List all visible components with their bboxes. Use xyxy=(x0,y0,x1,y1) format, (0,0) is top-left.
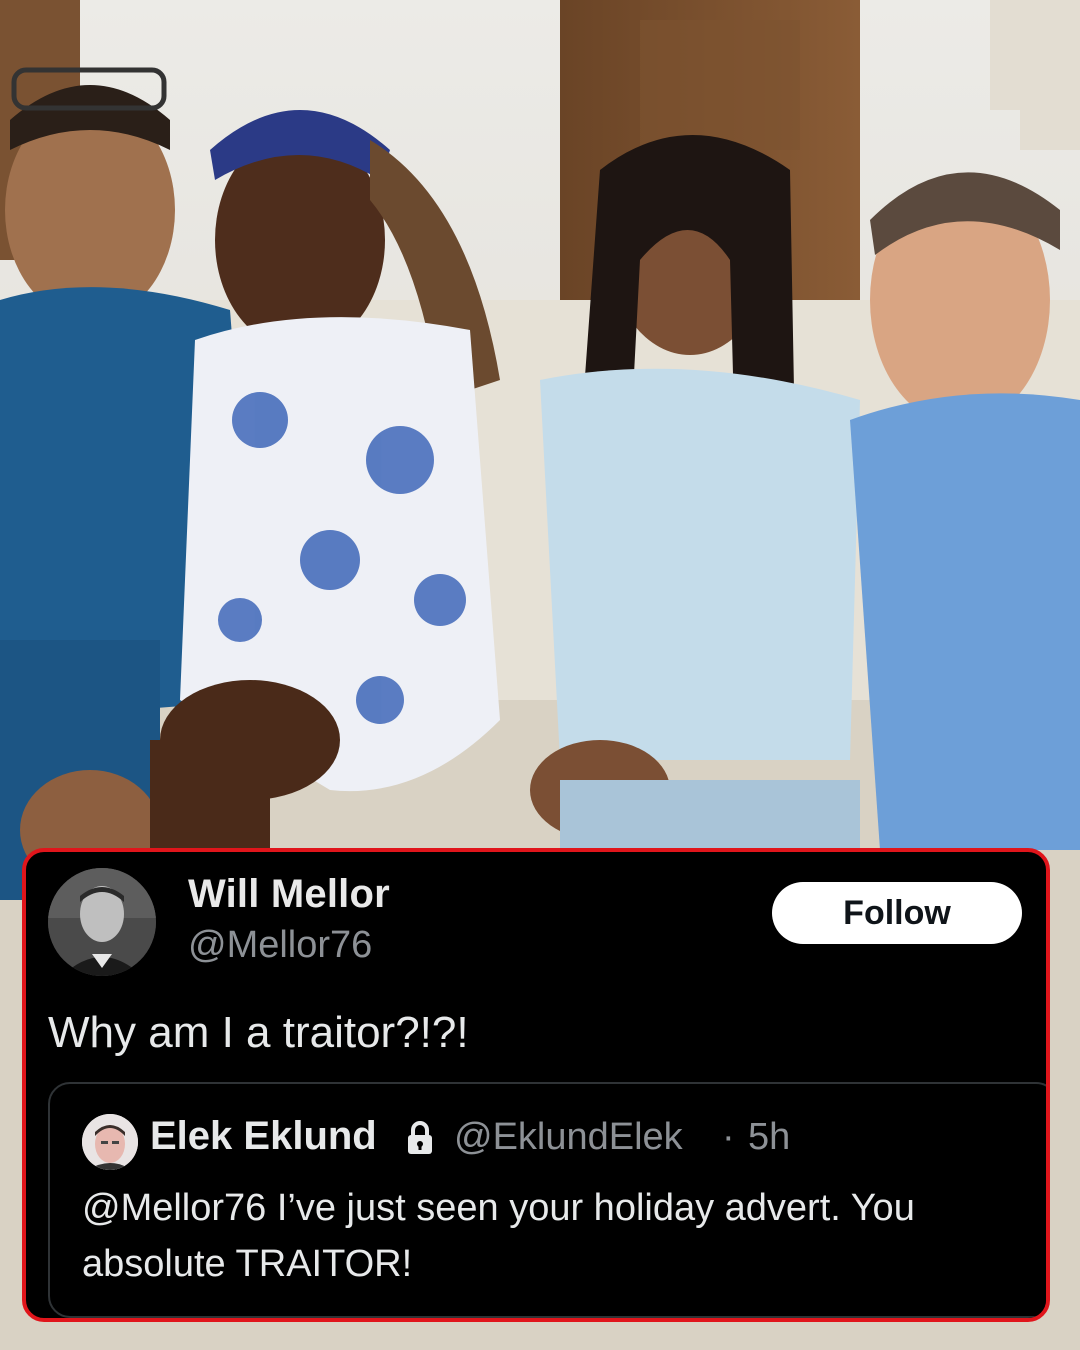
profile-photo-icon xyxy=(48,868,156,976)
quoted-author-avatar[interactable] xyxy=(82,1114,138,1170)
follow-button[interactable]: Follow xyxy=(772,882,1022,944)
quoted-tweet-text: @Mellor76 I’ve just seen your holiday ad… xyxy=(82,1187,915,1285)
author-handle[interactable]: @Mellor76 xyxy=(188,924,372,967)
quoted-timestamp[interactable]: 5h xyxy=(748,1116,790,1159)
quoted-author-name[interactable]: Elek Eklund xyxy=(150,1114,377,1159)
profile-photo-icon xyxy=(82,1114,138,1170)
tweet-text: Why am I a traitor?!?! xyxy=(48,1008,469,1057)
separator-dot: · xyxy=(722,1116,735,1158)
author-avatar[interactable] xyxy=(48,868,156,976)
author-name[interactable]: Will Mellor xyxy=(188,872,390,917)
tweet-card[interactable]: Will Mellor @Mellor76 Follow Why am I a … xyxy=(22,848,1050,1322)
quoted-author-handle[interactable]: @EklundElek xyxy=(454,1116,683,1159)
lock-icon xyxy=(408,1121,432,1154)
quoted-tweet[interactable]: Elek Eklund @EklundElek · 5h @Mellor76 I… xyxy=(48,1082,1046,1318)
